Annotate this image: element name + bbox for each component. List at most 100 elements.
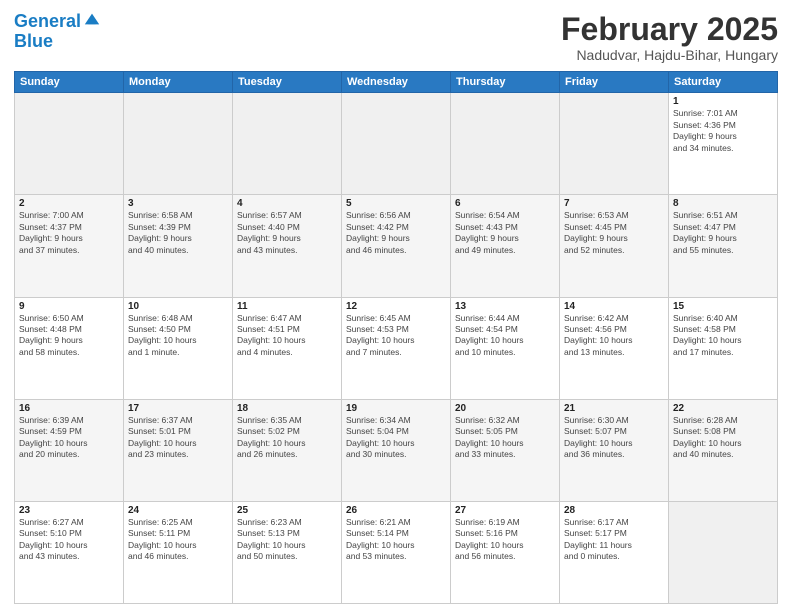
calendar-cell <box>124 93 233 195</box>
day-number: 22 <box>673 403 773 414</box>
day-info: Sunrise: 6:53 AM Sunset: 4:45 PM Dayligh… <box>564 210 664 256</box>
calendar-cell <box>342 93 451 195</box>
calendar-cell <box>15 93 124 195</box>
calendar-cell: 10Sunrise: 6:48 AM Sunset: 4:50 PM Dayli… <box>124 297 233 399</box>
day-number: 17 <box>128 403 228 414</box>
day-info: Sunrise: 6:57 AM Sunset: 4:40 PM Dayligh… <box>237 210 337 256</box>
day-info: Sunrise: 6:48 AM Sunset: 4:50 PM Dayligh… <box>128 313 228 359</box>
day-info: Sunrise: 6:23 AM Sunset: 5:13 PM Dayligh… <box>237 517 337 563</box>
calendar-day-header: Monday <box>124 72 233 93</box>
header: General Blue February 2025 Nadudvar, Haj… <box>14 12 778 63</box>
logo-icon <box>83 10 101 28</box>
logo-blue: Blue <box>14 32 101 52</box>
day-number: 4 <box>237 198 337 209</box>
calendar-cell: 15Sunrise: 6:40 AM Sunset: 4:58 PM Dayli… <box>669 297 778 399</box>
day-number: 10 <box>128 301 228 312</box>
day-number: 9 <box>19 301 119 312</box>
calendar-cell: 18Sunrise: 6:35 AM Sunset: 5:02 PM Dayli… <box>233 399 342 501</box>
day-info: Sunrise: 6:56 AM Sunset: 4:42 PM Dayligh… <box>346 210 446 256</box>
calendar-cell: 20Sunrise: 6:32 AM Sunset: 5:05 PM Dayli… <box>451 399 560 501</box>
calendar-week-row: 23Sunrise: 6:27 AM Sunset: 5:10 PM Dayli… <box>15 501 778 603</box>
calendar-cell: 6Sunrise: 6:54 AM Sunset: 4:43 PM Daylig… <box>451 195 560 297</box>
logo: General Blue <box>14 12 101 52</box>
calendar-cell: 23Sunrise: 6:27 AM Sunset: 5:10 PM Dayli… <box>15 501 124 603</box>
page: General Blue February 2025 Nadudvar, Haj… <box>0 0 792 612</box>
calendar-cell: 27Sunrise: 6:19 AM Sunset: 5:16 PM Dayli… <box>451 501 560 603</box>
calendar-cell: 26Sunrise: 6:21 AM Sunset: 5:14 PM Dayli… <box>342 501 451 603</box>
day-info: Sunrise: 7:00 AM Sunset: 4:37 PM Dayligh… <box>19 210 119 256</box>
calendar-cell: 17Sunrise: 6:37 AM Sunset: 5:01 PM Dayli… <box>124 399 233 501</box>
day-info: Sunrise: 6:30 AM Sunset: 5:07 PM Dayligh… <box>564 415 664 461</box>
day-number: 21 <box>564 403 664 414</box>
day-info: Sunrise: 6:39 AM Sunset: 4:59 PM Dayligh… <box>19 415 119 461</box>
day-number: 16 <box>19 403 119 414</box>
calendar-cell <box>669 501 778 603</box>
day-number: 5 <box>346 198 446 209</box>
day-number: 1 <box>673 96 773 107</box>
calendar-cell: 28Sunrise: 6:17 AM Sunset: 5:17 PM Dayli… <box>560 501 669 603</box>
day-number: 15 <box>673 301 773 312</box>
calendar-cell: 3Sunrise: 6:58 AM Sunset: 4:39 PM Daylig… <box>124 195 233 297</box>
calendar-week-row: 9Sunrise: 6:50 AM Sunset: 4:48 PM Daylig… <box>15 297 778 399</box>
calendar-cell: 4Sunrise: 6:57 AM Sunset: 4:40 PM Daylig… <box>233 195 342 297</box>
calendar-cell: 14Sunrise: 6:42 AM Sunset: 4:56 PM Dayli… <box>560 297 669 399</box>
calendar-cell: 25Sunrise: 6:23 AM Sunset: 5:13 PM Dayli… <box>233 501 342 603</box>
day-info: Sunrise: 6:17 AM Sunset: 5:17 PM Dayligh… <box>564 517 664 563</box>
day-info: Sunrise: 6:58 AM Sunset: 4:39 PM Dayligh… <box>128 210 228 256</box>
calendar-week-row: 1Sunrise: 7:01 AM Sunset: 4:36 PM Daylig… <box>15 93 778 195</box>
day-number: 12 <box>346 301 446 312</box>
day-info: Sunrise: 6:19 AM Sunset: 5:16 PM Dayligh… <box>455 517 555 563</box>
day-info: Sunrise: 6:50 AM Sunset: 4:48 PM Dayligh… <box>19 313 119 359</box>
calendar-cell: 1Sunrise: 7:01 AM Sunset: 4:36 PM Daylig… <box>669 93 778 195</box>
day-info: Sunrise: 6:28 AM Sunset: 5:08 PM Dayligh… <box>673 415 773 461</box>
calendar-cell: 19Sunrise: 6:34 AM Sunset: 5:04 PM Dayli… <box>342 399 451 501</box>
calendar-cell: 21Sunrise: 6:30 AM Sunset: 5:07 PM Dayli… <box>560 399 669 501</box>
day-info: Sunrise: 6:35 AM Sunset: 5:02 PM Dayligh… <box>237 415 337 461</box>
day-number: 14 <box>564 301 664 312</box>
day-number: 8 <box>673 198 773 209</box>
day-number: 23 <box>19 505 119 516</box>
calendar-week-row: 2Sunrise: 7:00 AM Sunset: 4:37 PM Daylig… <box>15 195 778 297</box>
calendar-cell: 24Sunrise: 6:25 AM Sunset: 5:11 PM Dayli… <box>124 501 233 603</box>
calendar-cell: 16Sunrise: 6:39 AM Sunset: 4:59 PM Dayli… <box>15 399 124 501</box>
calendar-cell: 12Sunrise: 6:45 AM Sunset: 4:53 PM Dayli… <box>342 297 451 399</box>
day-number: 3 <box>128 198 228 209</box>
calendar-day-header: Sunday <box>15 72 124 93</box>
day-info: Sunrise: 6:34 AM Sunset: 5:04 PM Dayligh… <box>346 415 446 461</box>
day-number: 2 <box>19 198 119 209</box>
day-number: 26 <box>346 505 446 516</box>
calendar-day-header: Tuesday <box>233 72 342 93</box>
day-number: 6 <box>455 198 555 209</box>
calendar-cell: 13Sunrise: 6:44 AM Sunset: 4:54 PM Dayli… <box>451 297 560 399</box>
day-number: 18 <box>237 403 337 414</box>
day-number: 19 <box>346 403 446 414</box>
calendar-cell <box>233 93 342 195</box>
calendar-day-header: Thursday <box>451 72 560 93</box>
calendar-day-header: Friday <box>560 72 669 93</box>
day-info: Sunrise: 6:40 AM Sunset: 4:58 PM Dayligh… <box>673 313 773 359</box>
day-info: Sunrise: 6:32 AM Sunset: 5:05 PM Dayligh… <box>455 415 555 461</box>
day-info: Sunrise: 6:21 AM Sunset: 5:14 PM Dayligh… <box>346 517 446 563</box>
calendar-header-row: SundayMondayTuesdayWednesdayThursdayFrid… <box>15 72 778 93</box>
calendar-body: 1Sunrise: 7:01 AM Sunset: 4:36 PM Daylig… <box>15 93 778 604</box>
calendar-cell <box>451 93 560 195</box>
calendar-table: SundayMondayTuesdayWednesdayThursdayFrid… <box>14 71 778 604</box>
calendar-cell: 9Sunrise: 6:50 AM Sunset: 4:48 PM Daylig… <box>15 297 124 399</box>
day-info: Sunrise: 7:01 AM Sunset: 4:36 PM Dayligh… <box>673 108 773 154</box>
day-number: 11 <box>237 301 337 312</box>
day-number: 27 <box>455 505 555 516</box>
day-number: 24 <box>128 505 228 516</box>
calendar-cell: 8Sunrise: 6:51 AM Sunset: 4:47 PM Daylig… <box>669 195 778 297</box>
day-number: 7 <box>564 198 664 209</box>
calendar-week-row: 16Sunrise: 6:39 AM Sunset: 4:59 PM Dayli… <box>15 399 778 501</box>
day-info: Sunrise: 6:47 AM Sunset: 4:51 PM Dayligh… <box>237 313 337 359</box>
calendar-cell <box>560 93 669 195</box>
calendar-day-header: Wednesday <box>342 72 451 93</box>
day-number: 25 <box>237 505 337 516</box>
day-info: Sunrise: 6:42 AM Sunset: 4:56 PM Dayligh… <box>564 313 664 359</box>
calendar-day-header: Saturday <box>669 72 778 93</box>
calendar-cell: 11Sunrise: 6:47 AM Sunset: 4:51 PM Dayli… <box>233 297 342 399</box>
day-number: 28 <box>564 505 664 516</box>
day-number: 13 <box>455 301 555 312</box>
calendar-cell: 7Sunrise: 6:53 AM Sunset: 4:45 PM Daylig… <box>560 195 669 297</box>
